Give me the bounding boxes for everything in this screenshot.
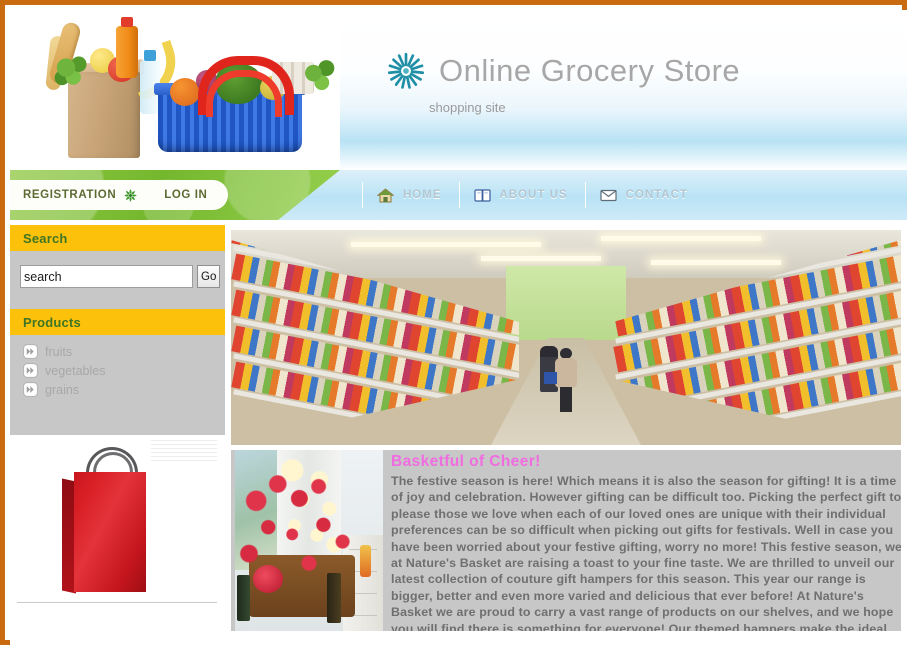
nav-label-about-us: ABOUT US bbox=[499, 189, 568, 201]
account-nav: REGISTRATION LOG IN bbox=[10, 180, 228, 210]
shopper-decor bbox=[544, 348, 579, 412]
nav-label-home: HOME bbox=[403, 189, 442, 201]
brand-lockup[interactable]: Online Grocery Store bbox=[385, 50, 740, 92]
fast-forward-icon bbox=[23, 344, 38, 359]
radial-burst-icon bbox=[387, 52, 425, 89]
nav-item-about-us[interactable]: ABOUT US bbox=[458, 182, 585, 208]
main-panel: Basketful of Cheer! The festive season i… bbox=[231, 225, 907, 631]
greens-decor bbox=[54, 54, 94, 88]
site-header: Online Grocery Store shopping site bbox=[10, 10, 907, 170]
footer-spacer bbox=[10, 641, 907, 645]
article-section: Basketful of Cheer! The festive season i… bbox=[231, 450, 901, 631]
list-item-vegetables[interactable]: vegetables bbox=[23, 363, 225, 378]
nav-item-home[interactable]: HOME bbox=[362, 182, 459, 208]
search-form: Go bbox=[10, 251, 225, 288]
search-go-button[interactable]: Go bbox=[197, 265, 221, 288]
book-icon bbox=[473, 188, 491, 202]
fast-forward-icon bbox=[23, 382, 38, 397]
juice-bottle-decor bbox=[116, 17, 138, 78]
login-link[interactable]: LOG IN bbox=[164, 189, 207, 201]
leaf-icon bbox=[124, 188, 138, 202]
navigation-bar: REGISTRATION LOG IN HOME ABOUT US CONTAC… bbox=[10, 170, 907, 220]
ceiling-lamp bbox=[481, 256, 601, 261]
supermarket-aisle-banner bbox=[231, 230, 901, 445]
ceiling-lamp bbox=[601, 236, 761, 241]
sidebar-promo-image bbox=[10, 435, 225, 631]
image-watermark bbox=[151, 439, 217, 461]
products-panel-heading: Products bbox=[10, 309, 225, 335]
products-list: fruits vegetables grains bbox=[10, 335, 225, 397]
site-title: Online Grocery Store bbox=[439, 53, 741, 88]
product-label-fruits: fruits bbox=[45, 344, 73, 359]
list-item-grains[interactable]: grains bbox=[23, 382, 225, 397]
nav-label-contact: CONTACT bbox=[625, 189, 688, 201]
primary-nav: HOME ABOUT US CONTACT bbox=[362, 170, 705, 220]
fast-forward-icon bbox=[23, 363, 38, 378]
hero-groceries-image bbox=[10, 10, 340, 170]
article-body: The festive season is here! Which means … bbox=[391, 474, 901, 631]
ceiling-lamp bbox=[351, 242, 541, 247]
nav-item-contact[interactable]: CONTACT bbox=[584, 182, 705, 208]
red-shopping-bag-graphic bbox=[62, 447, 146, 594]
registration-link[interactable]: REGISTRATION bbox=[23, 189, 116, 201]
product-label-grains: grains bbox=[45, 382, 80, 397]
content-area: Search Go Products fruits bbox=[10, 220, 907, 645]
article-text-block: Basketful of Cheer! The festive season i… bbox=[388, 450, 901, 631]
envelope-icon bbox=[599, 189, 617, 201]
search-panel-heading: Search bbox=[10, 225, 225, 251]
back-wall-decor bbox=[506, 266, 626, 340]
herb-decor bbox=[302, 56, 340, 94]
search-input[interactable] bbox=[20, 265, 193, 288]
product-label-vegetables: vegetables bbox=[45, 363, 106, 378]
gift-hamper-image bbox=[235, 450, 383, 631]
bag-front-panel bbox=[74, 472, 146, 592]
list-item-fruits[interactable]: fruits bbox=[23, 344, 225, 359]
article-title: Basketful of Cheer! bbox=[391, 453, 541, 470]
home-icon bbox=[377, 187, 394, 202]
page-root: Online Grocery Store shopping site REGIS… bbox=[0, 0, 907, 645]
ceiling-lamp bbox=[651, 260, 781, 265]
site-tagline: shopping site bbox=[429, 100, 506, 115]
